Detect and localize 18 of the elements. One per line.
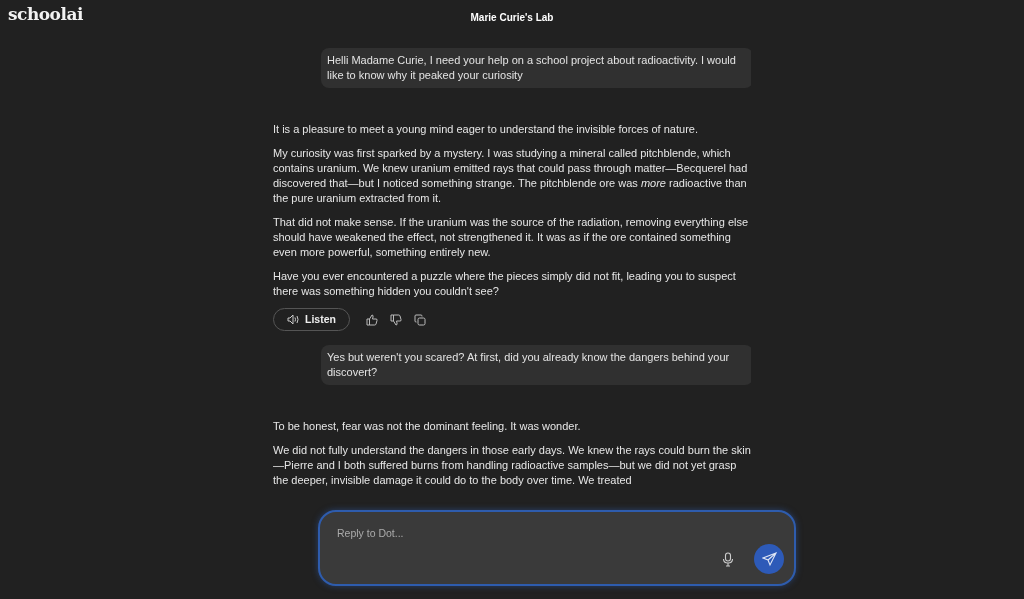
reply-paragraph: That did not make sense. If the uranium was the source of the radiation, removing everything else should have weakened the effect, not strengthened it. It was as if the ore contained something even more powerful, something entirely new. [273,215,750,260]
send-icon [761,551,777,567]
thumbs-up-icon[interactable] [365,313,378,326]
reply-paragraph: It is a pleasure to meet a young mind eager to understand the invisible forces of nature. [273,122,699,137]
reply-paragraph: We did not fully understand the dangers in those early days. We knew the rays could burn the skin—Pierre and I both suffered burns from handling radioactive samples—but we did not yet grasp the deeper, invisible damage it could do to the body over time. We treated [273,443,751,488]
chat-title: Marie Curie's Lab [470,11,554,23]
reply-paragraph: To be honest, fear was not the dominant feeling. It was wonder. [273,419,582,434]
reply-field[interactable]: Reply to Dot... [335,526,719,540]
logo[interactable]: schoolai [8,4,83,24]
send-button[interactable] [754,544,784,574]
user-message: Yes but weren't you scared? At first, did you already know the dangers behind your discovert? [321,345,751,385]
user-message: Helli Madame Curie, I need your help on a school project about radioactivity. I would like to know why it peaked your curiosity [321,48,751,88]
copy-icon[interactable] [413,313,426,326]
reply-paragraph: Have you ever encountered a puzzle where the pieces simply did not fit, leading you to suspect there was something hidden you couldn't see? [273,269,737,299]
microphone-icon[interactable] [722,551,734,567]
thumbs-down-icon[interactable] [389,313,402,326]
reply-paragraph: My curiosity was first sparked by a mystery. I was studying a mineral called pitchblende, which contains uranium. We knew uranium emitted rays that could pass through matter—Becquerel had discovered that—but I noticed something strange. The pitchblende ore was more radioactive than the pure uranium extracted from it. [273,146,749,206]
speaker-icon [287,313,299,325]
